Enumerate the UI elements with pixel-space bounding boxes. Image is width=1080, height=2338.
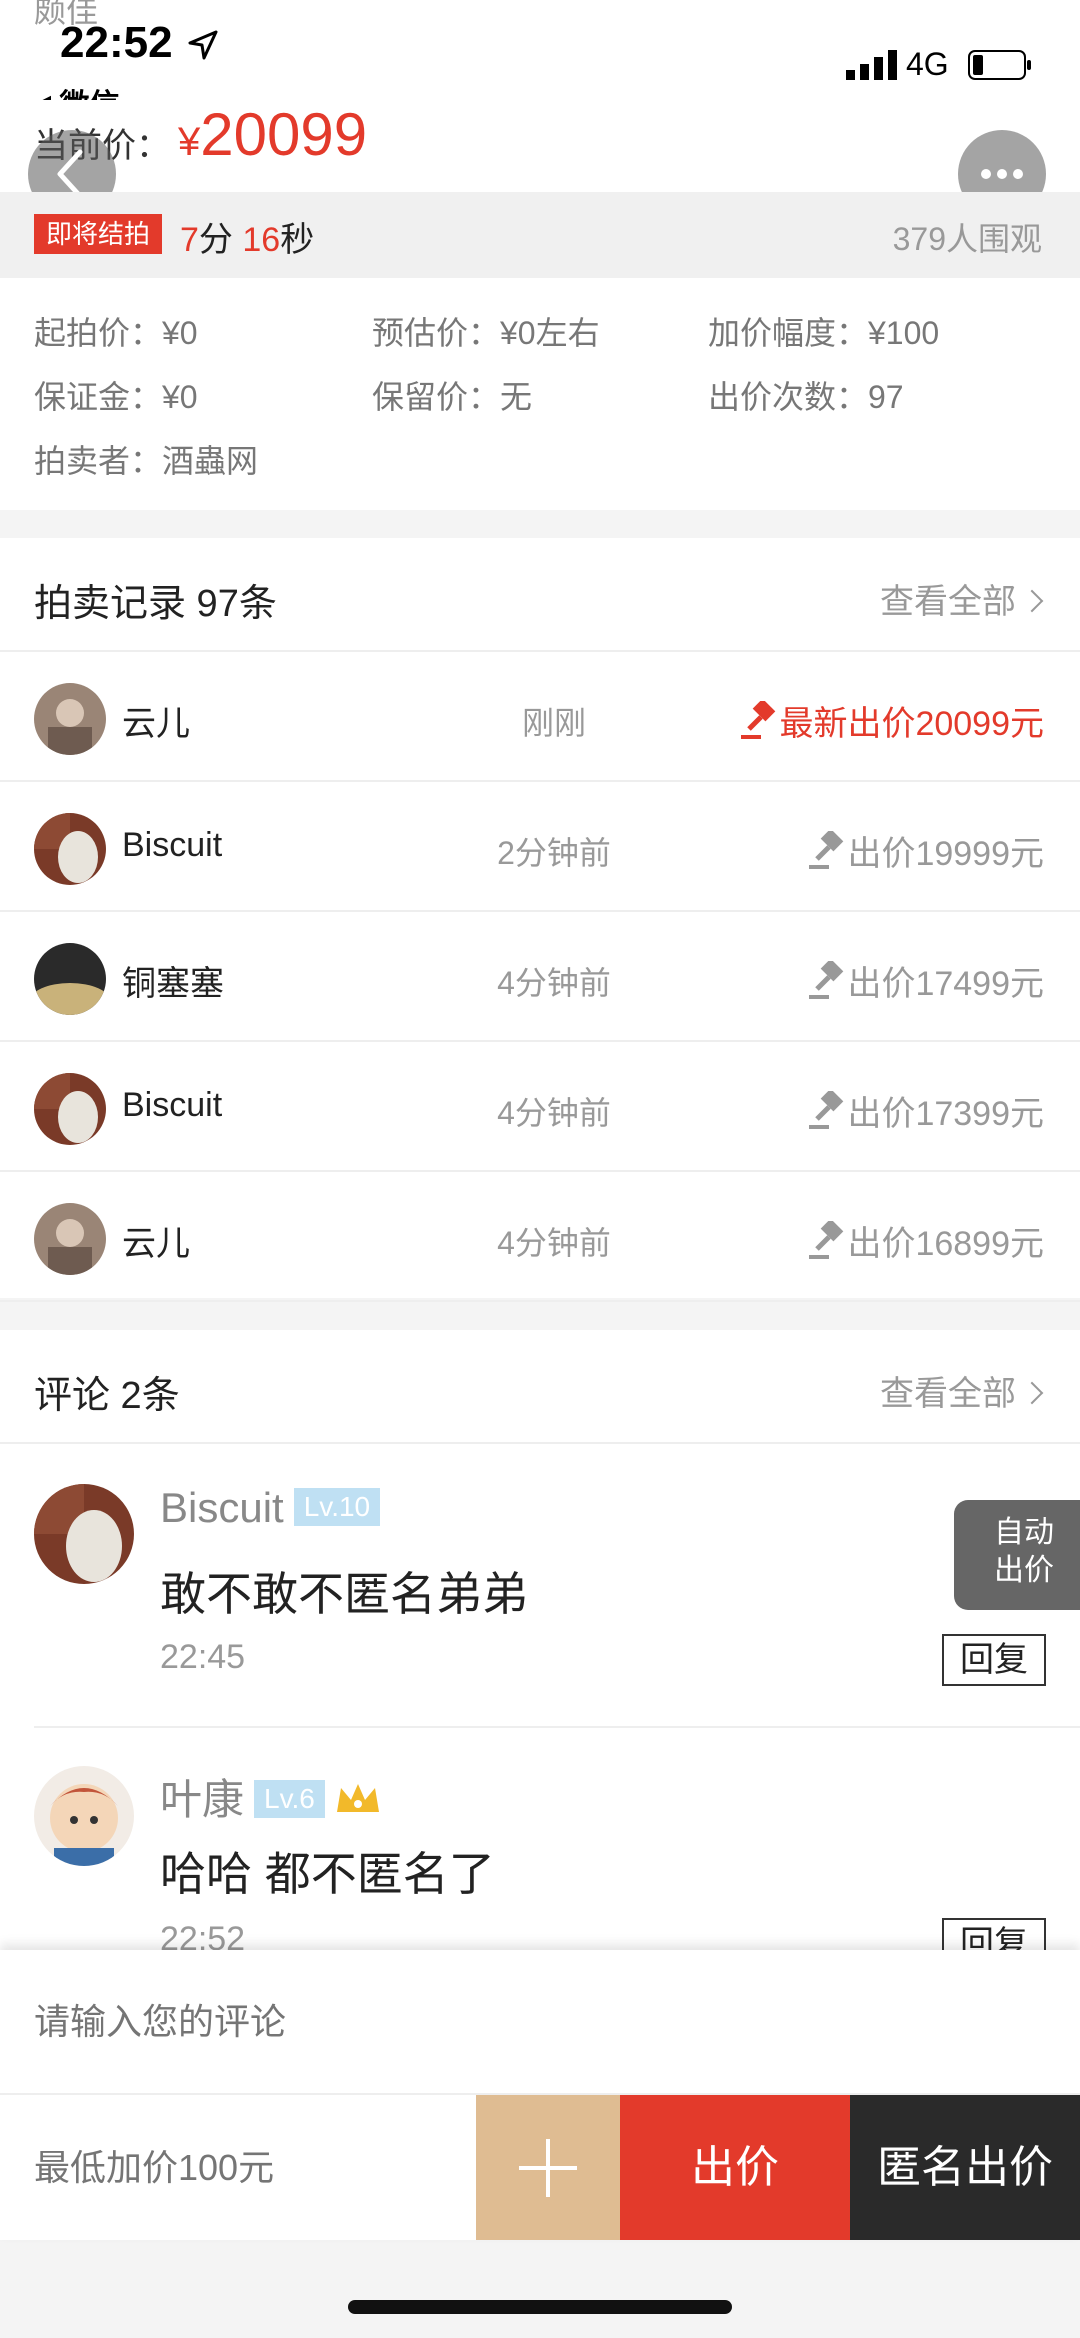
status-time: 22:52 — [60, 18, 173, 67]
bid-amount-text: 出价17499元 — [847, 965, 1044, 1003]
commenter-name-text: Biscuit — [160, 1484, 284, 1531]
countdown-minutes: 7 — [180, 221, 199, 259]
bid-increment: 加价幅度：¥100 — [708, 315, 940, 351]
comments-view-all[interactable]: 查看全部 — [880, 1366, 1044, 1415]
countdown-seconds: 16 — [242, 221, 281, 259]
increase-bid-button[interactable] — [476, 2095, 620, 2240]
reserve-price: 保留价：无 — [372, 379, 533, 415]
bid-count: 出价次数：97 — [708, 379, 904, 415]
bid-button[interactable]: 出价 — [620, 2095, 850, 2240]
gavel-icon — [809, 961, 844, 999]
comment-time: 22:45 — [160, 1638, 246, 1676]
comment-text: 哈哈 都不匿名了 — [160, 1848, 495, 1900]
watcher-count: 379人围观 — [892, 221, 1042, 257]
second-unit: 秒 — [280, 221, 315, 259]
avatar[interactable] — [34, 1766, 134, 1866]
bid-amount-text: 出价19999元 — [847, 835, 1044, 873]
records-view-all[interactable]: 查看全部 — [880, 574, 1044, 623]
records-header: 拍卖记录 97条 查看全部 — [0, 538, 1080, 652]
bid-amount-text: 出价17399元 — [847, 1095, 1044, 1133]
bid-amount: 出价17399元 — [799, 1086, 1044, 1135]
commenter-name: 叶康 Lv.6 — [160, 1766, 383, 1827]
auction-info: 起拍价：¥0 预估价：¥0左右 加价幅度：¥100 保证金：¥0 保留价：无 出… — [0, 278, 1080, 510]
auction-records: 拍卖记录 97条 查看全部 云儿 刚刚 最新出价20099元 Biscuit 2… — [0, 538, 1080, 1302]
level-badge: Lv.10 — [293, 1488, 381, 1526]
comment-item: 叶康 Lv.6 哈哈 都不匿名了 22:52 回复 — [0, 1728, 1080, 1970]
records-title: 拍卖记录 97条 — [34, 583, 277, 625]
reply-button[interactable]: 回复 — [942, 1634, 1046, 1686]
bid-amount: 出价19999元 — [799, 826, 1044, 875]
record-row: 铜塞塞 4分钟前 出价17499元 — [0, 912, 1080, 1042]
comments-section: 评论 2条 查看全部 Biscuit Lv.10 敢不敢不匿名弟弟 22:45 回… — [0, 1330, 1080, 1970]
gavel-icon — [809, 1221, 844, 1259]
location-arrow-icon — [188, 30, 218, 60]
bid-amount-text: 最新出价20099元 — [779, 705, 1044, 743]
record-row: 云儿 刚刚 最新出价20099元 — [0, 652, 1080, 782]
currency-symbol: ¥ — [178, 120, 201, 164]
avatar[interactable] — [34, 1484, 134, 1584]
record-row: Biscuit 2分钟前 出价19999元 — [0, 782, 1080, 912]
record-row: 云儿 4分钟前 出价16899元 — [0, 1172, 1080, 1302]
estimate-price: 预估价：¥0左右 — [372, 315, 600, 351]
anonymous-bid-button[interactable]: 匿名出价 — [850, 2095, 1080, 2240]
current-price-row: 当前价： ¥20099 — [0, 100, 1080, 192]
bid-amount-text: 出价16899元 — [847, 1225, 1044, 1263]
chevron-right-icon — [1020, 589, 1044, 613]
minute-unit: 分 — [198, 221, 243, 259]
network-type: 4G — [906, 46, 949, 82]
start-price: 起拍价：¥0 — [34, 315, 198, 351]
auto-bid-line2: 出价 — [994, 1554, 1054, 1587]
comments-header: 评论 2条 查看全部 — [0, 1330, 1080, 1444]
auto-bid-button[interactable]: 自动 出价 — [954, 1500, 1080, 1610]
auto-bid-line1: 自动 — [994, 1516, 1054, 1549]
bid-amount: 最新出价20099元 — [731, 696, 1044, 745]
home-indicator[interactable] — [348, 2300, 732, 2314]
seller: 拍卖者：酒蟲网 — [34, 443, 259, 479]
gavel-icon — [809, 1091, 844, 1129]
deposit: 保证金：¥0 — [34, 379, 198, 415]
crown-icon — [336, 1784, 379, 1812]
bid-amount-input[interactable] — [0, 2095, 476, 2240]
signal-icon — [846, 50, 897, 80]
comment-input[interactable] — [0, 1950, 1080, 2095]
comments-title: 评论 2条 — [34, 1375, 180, 1417]
bottom-action-bar: 出价 匿名出价 — [0, 1950, 1080, 2240]
commenter-name-text: 叶康 — [160, 1776, 245, 1823]
battery-icon — [968, 50, 1031, 80]
current-price-value: ¥20099 — [178, 100, 367, 169]
gavel-icon — [809, 831, 844, 869]
plus-icon — [519, 2139, 577, 2197]
price-amount: 20099 — [200, 101, 368, 168]
comment-text: 敢不敢不匿名弟弟 — [160, 1568, 528, 1620]
comments-view-all-label: 查看全部 — [880, 1375, 1016, 1413]
ending-soon-badge: 即将结拍 — [34, 214, 163, 254]
chevron-right-icon — [1020, 1381, 1044, 1405]
comment-item: Biscuit Lv.10 敢不敢不匿名弟弟 22:45 回复 — [0, 1444, 1080, 1744]
gavel-icon — [741, 701, 776, 739]
countdown-timer: 7分 16秒 — [180, 212, 314, 261]
level-badge: Lv.6 — [254, 1780, 325, 1818]
records-view-all-label: 查看全部 — [880, 583, 1016, 621]
bid-amount: 出价17499元 — [799, 956, 1044, 1005]
countdown-bar: 即将结拍 7分 16秒 379人围观 — [0, 192, 1080, 278]
record-row: Biscuit 4分钟前 出价17399元 — [0, 1042, 1080, 1172]
bid-amount: 出价16899元 — [799, 1216, 1044, 1265]
commenter-name: Biscuit Lv.10 — [160, 1484, 381, 1532]
